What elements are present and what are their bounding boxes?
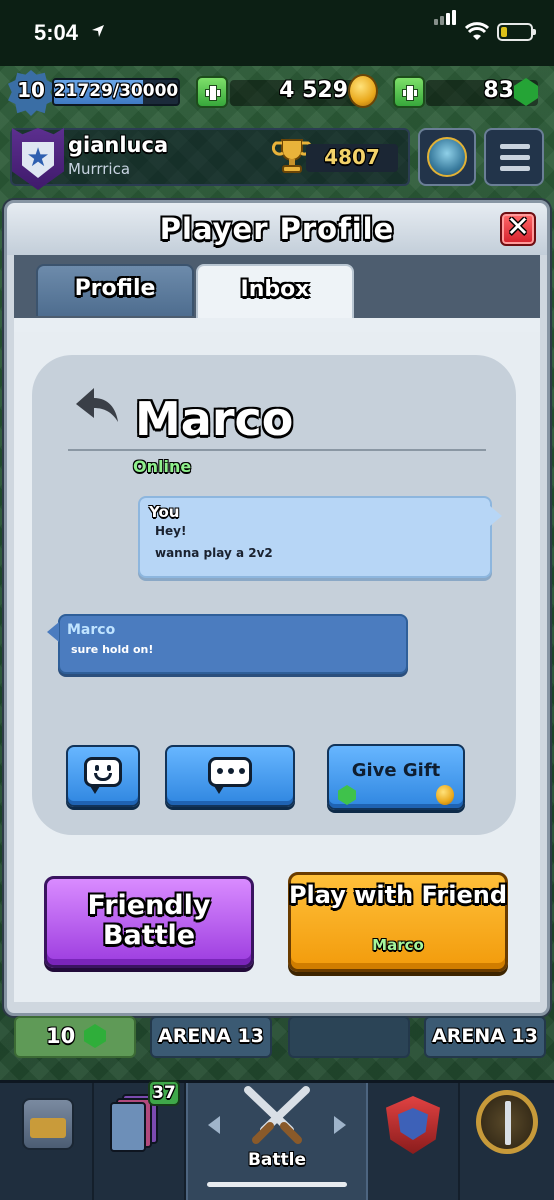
battle-icon[interactable] (240, 1086, 314, 1148)
status-time: 5:04 (34, 20, 79, 45)
divider (68, 449, 486, 451)
chevron-left-icon[interactable] (208, 1116, 220, 1134)
shop-icon[interactable] (22, 1098, 74, 1150)
xp-text: 21729/30000 (53, 81, 179, 101)
clan-star-icon: ★ (26, 143, 50, 173)
gem-reward-count: 10 (46, 1024, 76, 1048)
nav-battle-label[interactable]: Battle (186, 1150, 368, 1170)
friendly-battle-label[interactable]: Friendly Battle (44, 891, 254, 951)
menu-icon (500, 144, 530, 149)
play-with-friend-label[interactable]: Play with Friend (288, 882, 508, 908)
gold-coin-icon (436, 785, 454, 805)
gold-amount: 4 529 (279, 78, 348, 103)
arena-tile[interactable] (288, 1016, 410, 1058)
contact-name: Marco (135, 392, 294, 446)
emote-eyes (95, 765, 111, 773)
arena-tile-label: ARENA 13 (432, 1025, 538, 1047)
league-icon (427, 137, 467, 177)
player-name: gianluca (68, 133, 169, 157)
add-gems-button[interactable] (393, 76, 425, 108)
back-icon[interactable] (74, 384, 124, 428)
wifi-icon (465, 22, 489, 40)
message-bubble-outgoing (138, 496, 492, 578)
message-sender: Marco (67, 622, 116, 638)
home-indicator[interactable] (207, 1182, 347, 1187)
bubble-tail (214, 786, 224, 794)
tab-profile-label[interactable]: Profile (36, 276, 194, 301)
message-text: wanna play a 2v2 (155, 546, 273, 560)
battery-icon (497, 23, 536, 41)
close-icon[interactable]: ✕ (500, 210, 536, 243)
tab-inbox-label[interactable]: Inbox (196, 277, 354, 302)
message-tail (490, 506, 502, 526)
chat-dots (217, 768, 245, 774)
contact-status: Online (133, 457, 192, 476)
menu-button[interactable] (484, 128, 544, 186)
cards-badge: 37 (148, 1080, 180, 1106)
trophy-count: 4807 (324, 145, 380, 169)
level-number: 10 (17, 78, 45, 102)
message-tail (47, 622, 59, 642)
menu-icon (500, 166, 530, 171)
gold-coin-icon (348, 74, 378, 108)
message-text: Hey! (155, 524, 187, 538)
arena-tile-label: ARENA 13 (158, 1025, 264, 1047)
give-gift-label[interactable]: Give Gift (327, 760, 465, 781)
location-icon (92, 25, 104, 37)
add-gold-button[interactable] (196, 76, 228, 108)
gem-amount: 83 (483, 78, 514, 103)
play-with-friend-name: Marco (372, 936, 424, 954)
message-sender: You (149, 503, 180, 521)
tournament-icon[interactable] (476, 1090, 538, 1154)
chevron-right-icon[interactable] (334, 1116, 346, 1134)
modal-title: Player Profile (159, 212, 395, 246)
menu-icon (500, 155, 530, 160)
message-text: sure hold on! (71, 643, 154, 656)
clan-name: Murrrica (68, 160, 131, 178)
bubble-tail (90, 786, 100, 794)
